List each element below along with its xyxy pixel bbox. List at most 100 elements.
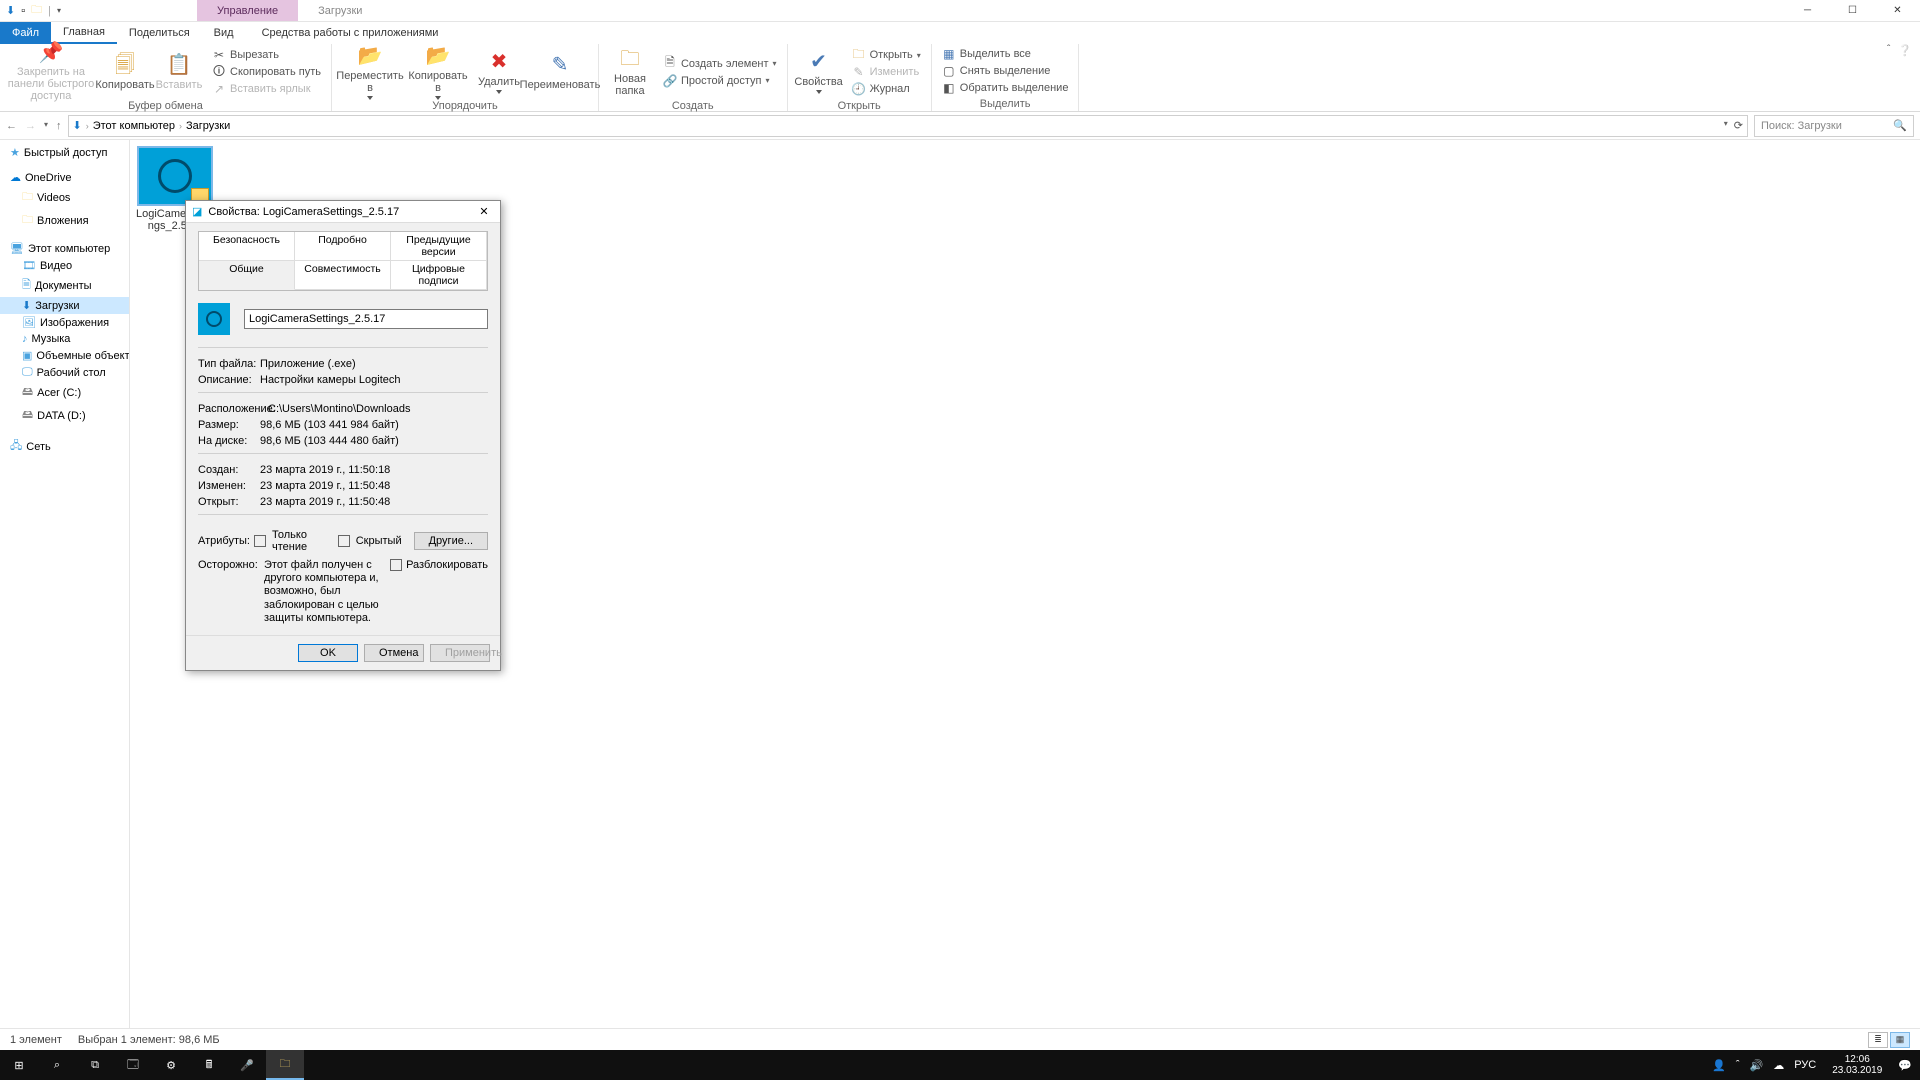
taskbar-settings[interactable]: ⚙ <box>152 1050 190 1080</box>
search-input[interactable]: Поиск: Загрузки 🔍 <box>1754 115 1914 137</box>
edit-button[interactable]: ✎Изменить <box>848 64 925 80</box>
up-button[interactable]: ↑ <box>56 120 62 132</box>
file-type-icon <box>198 303 230 335</box>
tab-home[interactable]: Главная <box>51 22 117 44</box>
tray-volume-icon[interactable]: 🔊 <box>1750 1059 1764 1072</box>
paste-shortcut-button[interactable]: ↗Вставить ярлык <box>208 81 325 97</box>
address-bar[interactable]: ⬇ › Этот компьютер › Загрузки ▾ ⟳ <box>68 115 1748 137</box>
forward-button[interactable]: → <box>25 120 36 132</box>
view-details-button[interactable]: ≣ <box>1868 1032 1888 1048</box>
tree-onedrive[interactable]: ☁OneDrive <box>0 169 129 186</box>
taskbar-clock[interactable]: 12:06 23.03.2019 <box>1826 1054 1888 1076</box>
copy-path-button[interactable]: 🛈Скопировать путь <box>208 64 325 80</box>
scissors-icon: ✂ <box>212 48 226 62</box>
tab-security[interactable]: Безопасность <box>199 232 295 261</box>
easy-access-button[interactable]: 🔗Простой доступ ▾ <box>659 73 781 89</box>
tree-music[interactable]: ♪Музыка <box>0 331 129 347</box>
qat-properties-icon[interactable]: ▫ <box>21 5 25 17</box>
tree-quick-access[interactable]: ★Быстрый доступ <box>0 144 129 161</box>
tab-digital-signatures[interactable]: Цифровые подписи <box>391 261 487 290</box>
view-large-icons-button[interactable]: ▦ <box>1890 1032 1910 1048</box>
navigation-tree[interactable]: ★Быстрый доступ ☁OneDrive 🗀Videos 🗀Вложе… <box>0 140 130 1038</box>
select-none-button[interactable]: ▢Снять выделение <box>938 63 1073 79</box>
close-button[interactable]: ✕ <box>1875 0 1920 22</box>
tray-chevron-icon[interactable]: ˆ <box>1736 1059 1740 1071</box>
rename-button[interactable]: ✎ Переименовать <box>528 44 592 100</box>
qat-dropdown-icon[interactable]: ▾ <box>57 6 61 15</box>
chevron-down-icon <box>496 90 502 94</box>
people-icon[interactable]: 👤 <box>1712 1059 1726 1072</box>
tab-general[interactable]: Общие <box>199 261 295 290</box>
taskbar-calculator[interactable]: 🖩 <box>190 1050 228 1080</box>
tray-onedrive-icon[interactable]: ☁ <box>1773 1059 1784 1072</box>
select-all-button[interactable]: ▦Выделить все <box>938 46 1073 62</box>
tree-this-pc[interactable]: 🖥Этот компьютер <box>0 240 129 257</box>
tree-downloads[interactable]: ⬇Загрузки <box>0 297 129 314</box>
search-button[interactable]: ⌕ <box>38 1050 76 1080</box>
address-dropdown-icon[interactable]: ▾ <box>1724 119 1728 132</box>
copy-button[interactable]: 🗐 Копировать <box>100 44 150 100</box>
tree-network[interactable]: 🖧Сеть <box>0 435 129 458</box>
maximize-button[interactable]: ☐ <box>1830 0 1875 22</box>
properties-dialog: ◪ Свойства: LogiCameraSettings_2.5.17 ✕ … <box>185 200 501 671</box>
tree-desktop[interactable]: 🖵Рабочий стол <box>0 364 129 381</box>
recent-dropdown[interactable]: ▾ <box>44 120 48 132</box>
new-folder-button[interactable]: 🗀 Новая папка <box>605 44 655 100</box>
tree-onedrive-videos[interactable]: 🗀Videos <box>0 186 129 209</box>
action-center-icon[interactable]: 💬 <box>1898 1059 1912 1072</box>
taskbar-explorer[interactable]: 🗀 <box>266 1050 304 1080</box>
tree-acer-c[interactable]: 🖴Acer (C:) <box>0 381 129 404</box>
tree-3d-objects[interactable]: ▣Объемные объекты <box>0 347 129 364</box>
unblock-checkbox[interactable] <box>390 559 402 571</box>
breadcrumb-downloads[interactable]: Загрузки <box>186 120 230 132</box>
cloud-icon: ☁ <box>10 171 21 184</box>
start-button[interactable]: ⊞ <box>0 1050 38 1080</box>
move-to-button[interactable]: 📂 Переместить в <box>338 44 402 100</box>
properties-button[interactable]: ✔ Свойства <box>794 44 844 100</box>
cut-button[interactable]: ✂Вырезать <box>208 47 325 63</box>
dialog-close-button[interactable]: ✕ <box>474 205 494 218</box>
pin-quickaccess-button[interactable]: 📌 Закрепить на панели быстрого доступа <box>6 44 96 100</box>
copy-icon: 🗐 <box>111 53 139 77</box>
taskbar-mic[interactable]: 🎤 <box>228 1050 266 1080</box>
breadcrumb-this-pc[interactable]: Этот компьютер <box>93 120 175 132</box>
paste-button[interactable]: 📋 Вставить <box>154 44 204 100</box>
refresh-button[interactable]: ⟳ <box>1734 119 1743 132</box>
help-icon[interactable]: ❔ <box>1898 44 1912 57</box>
minimize-button[interactable]: ─ <box>1785 0 1830 22</box>
contextual-tab-manage[interactable]: Управление <box>197 0 298 21</box>
other-attributes-button[interactable]: Другие... <box>414 532 488 550</box>
tab-file[interactable]: Файл <box>0 22 51 44</box>
dialog-titlebar[interactable]: ◪ Свойства: LogiCameraSettings_2.5.17 ✕ <box>186 201 500 223</box>
history-button[interactable]: 🕘Журнал <box>848 81 925 97</box>
filename-input[interactable] <box>244 309 488 329</box>
apply-button[interactable]: Применить <box>430 644 490 662</box>
delete-button[interactable]: ✖ Удалить <box>474 44 524 100</box>
cancel-button[interactable]: Отмена <box>364 644 424 662</box>
new-item-button[interactable]: 🗎Создать элемент ▾ <box>659 56 781 72</box>
ok-button[interactable]: OK <box>298 644 358 662</box>
open-button[interactable]: 🗀Открыть ▾ <box>848 47 925 63</box>
tree-video[interactable]: 🎞Видео <box>0 257 129 274</box>
tray-language[interactable]: РУС <box>1794 1059 1816 1071</box>
tab-compatibility[interactable]: Совместимость <box>295 261 391 290</box>
readonly-checkbox[interactable] <box>254 535 266 547</box>
hidden-checkbox[interactable] <box>338 535 350 547</box>
tab-apptools[interactable]: Средства работы с приложениями <box>246 22 455 44</box>
copy-to-button[interactable]: 📂 Копировать в <box>406 44 470 100</box>
ribbon: 📌 Закрепить на панели быстрого доступа 🗐… <box>0 44 1920 112</box>
tab-view[interactable]: Вид <box>202 22 246 44</box>
tree-onedrive-attachments[interactable]: 🗀Вложения <box>0 209 129 232</box>
tree-pictures[interactable]: 🖼Изображения <box>0 314 129 331</box>
task-view-button[interactable]: ⧉ <box>76 1050 114 1080</box>
qat-folder-icon[interactable]: 🗀 <box>31 1 42 20</box>
tab-share[interactable]: Поделиться <box>117 22 202 44</box>
invert-selection-button[interactable]: ◧Обратить выделение <box>938 80 1073 96</box>
tab-previous-versions[interactable]: Предыдущие версии <box>391 232 487 261</box>
taskbar-app[interactable]: 🗔 <box>114 1050 152 1080</box>
ribbon-collapse-icon[interactable]: ˆ <box>1887 44 1890 55</box>
tree-data-d[interactable]: 🖴DATA (D:) <box>0 404 129 427</box>
tree-documents[interactable]: 🗎Документы <box>0 274 129 297</box>
back-button[interactable]: ← <box>6 120 17 132</box>
tab-details[interactable]: Подробно <box>295 232 391 261</box>
